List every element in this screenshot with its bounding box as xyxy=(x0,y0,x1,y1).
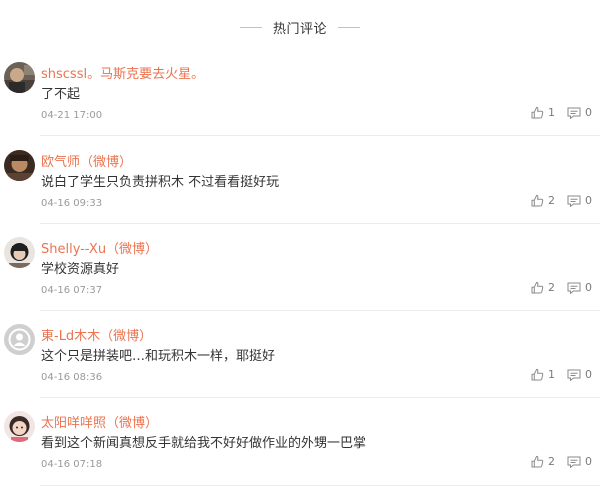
comment-item: shscssl。马斯克要去火星。 了不起 04-21 17:00 1 0 xyxy=(0,62,600,150)
comment-item: 欧气师（微博） 说白了学生只负责拼积木 不过看看挺好玩 04-16 09:33 … xyxy=(0,150,600,238)
reply-button[interactable]: 0 xyxy=(567,368,592,381)
user-avatar[interactable] xyxy=(4,150,35,181)
comment-text: 说白了学生只负责拼积木 不过看看挺好玩 xyxy=(41,175,280,190)
comment-divider xyxy=(40,310,600,311)
comment-timestamp: 04-16 09:33 xyxy=(41,198,103,209)
thumbs-up-icon xyxy=(531,455,544,468)
avatar-photo-icon xyxy=(4,150,35,181)
user-avatar[interactable] xyxy=(4,237,35,268)
comment-text: 这个只是拼装吧…和玩积木一样，耶挺好 xyxy=(41,349,276,364)
comment-username[interactable]: 太阳咩咩照（微博） xyxy=(41,412,158,431)
like-button[interactable]: 2 xyxy=(531,194,555,207)
comment-text: 了不起 xyxy=(41,87,81,102)
like-button[interactable]: 2 xyxy=(531,455,555,468)
thumbs-up-icon xyxy=(531,281,544,294)
comment-bubble-icon xyxy=(567,369,581,381)
comment-divider xyxy=(40,135,600,136)
comment-timestamp: 04-16 07:18 xyxy=(41,459,103,470)
comment-username[interactable]: 欧气师（微博） xyxy=(41,151,132,170)
like-count: 2 xyxy=(548,281,555,294)
like-count: 2 xyxy=(548,455,555,468)
comment-timestamp: 04-21 17:00 xyxy=(41,110,103,121)
user-avatar[interactable] xyxy=(4,324,35,355)
comment-divider xyxy=(40,223,600,224)
user-avatar[interactable] xyxy=(4,411,35,442)
avatar-photo-icon xyxy=(4,411,35,442)
comment-bubble-icon xyxy=(567,195,581,207)
reply-count: 0 xyxy=(585,281,592,294)
comment-item: Shelly--Xu（微博） 学校资源真好 04-16 07:37 2 0 xyxy=(0,237,600,325)
reply-button[interactable]: 0 xyxy=(567,455,592,468)
reply-count: 0 xyxy=(585,194,592,207)
comment-text: 学校资源真好 xyxy=(41,262,120,277)
like-count: 2 xyxy=(548,194,555,207)
comment-actions: 1 0 xyxy=(531,368,592,381)
comment-bubble-icon xyxy=(567,456,581,468)
comment-item: 東-Ld木木（微博） 这个只是拼装吧…和玩积木一样，耶挺好 04-16 08:3… xyxy=(0,324,600,412)
comment-actions: 2 0 xyxy=(531,455,592,468)
reply-button[interactable]: 0 xyxy=(567,194,592,207)
avatar-photo-icon xyxy=(4,62,35,93)
like-button[interactable]: 1 xyxy=(531,106,555,119)
like-button[interactable]: 1 xyxy=(531,368,555,381)
like-count: 1 xyxy=(548,106,555,119)
comment-timestamp: 04-16 07:37 xyxy=(41,285,103,296)
comment-username[interactable]: Shelly--Xu（微博） xyxy=(41,238,158,257)
comment-actions: 2 0 xyxy=(531,194,592,207)
comment-bubble-icon xyxy=(567,107,581,119)
comment-username[interactable]: 東-Ld木木（微博） xyxy=(41,325,152,344)
comment-username[interactable]: shscssl。马斯克要去火星。 xyxy=(41,63,204,82)
default-avatar-icon xyxy=(4,324,35,355)
reply-count: 0 xyxy=(585,455,592,468)
hot-comments-header: 热门评论 xyxy=(0,17,600,37)
comment-bubble-icon xyxy=(567,282,581,294)
user-avatar[interactable] xyxy=(4,62,35,93)
thumbs-up-icon xyxy=(531,106,544,119)
reply-count: 0 xyxy=(585,368,592,381)
thumbs-up-icon xyxy=(531,368,544,381)
like-count: 1 xyxy=(548,368,555,381)
avatar-photo-icon xyxy=(4,237,35,268)
header-right-line xyxy=(338,26,360,28)
comment-divider xyxy=(40,397,600,398)
reply-button[interactable]: 0 xyxy=(567,106,592,119)
header-left-line xyxy=(239,26,262,28)
reply-button[interactable]: 0 xyxy=(567,281,592,294)
thumbs-up-icon xyxy=(531,194,544,207)
comment-text: 看到这个新闻真想反手就给我不好好做作业的外甥一巴掌 xyxy=(41,436,367,451)
comment-actions: 2 0 xyxy=(531,281,592,294)
comment-timestamp: 04-16 08:36 xyxy=(41,372,103,383)
reply-count: 0 xyxy=(585,106,592,119)
comment-actions: 1 0 xyxy=(531,106,592,119)
like-button[interactable]: 2 xyxy=(531,281,555,294)
hot-comments-title: 热门评论 xyxy=(272,21,327,37)
